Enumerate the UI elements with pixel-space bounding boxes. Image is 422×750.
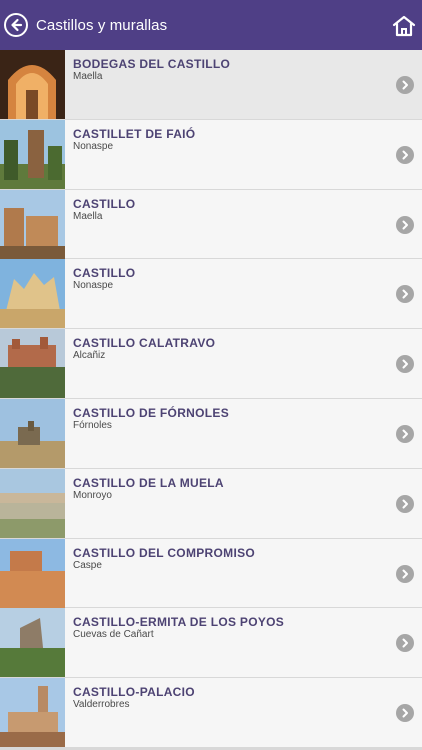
header-bar: Castillos y murallas <box>0 0 422 50</box>
thumbnail-image <box>0 259 65 329</box>
list-item[interactable]: CASTILLO DE LA MUELA Monroyo <box>0 468 422 539</box>
home-icon <box>392 15 416 37</box>
chevron-right-icon[interactable] <box>396 424 414 443</box>
page-title: Castillos y murallas <box>36 16 168 34</box>
thumbnail-image <box>0 398 65 468</box>
chevron-right-icon[interactable] <box>396 355 414 374</box>
thumbnail-image <box>0 329 65 399</box>
item-location: Caspe <box>73 559 102 571</box>
list-item[interactable]: CASTILLO DEL COMPROMISO Caspe <box>0 538 422 609</box>
list-item[interactable]: CASTILLO-ERMITA DE LOS POYOS Cuevas de C… <box>0 608 422 679</box>
thumbnail-image <box>0 678 65 748</box>
item-location: Alcañiz <box>73 350 106 362</box>
item-location: Fórnoles <box>73 419 112 431</box>
thumbnail-image <box>0 50 65 119</box>
back-button[interactable] <box>4 13 28 37</box>
item-title: CASTILLO DE FÓRNOLES <box>73 405 229 420</box>
castle-list: BODEGAS DEL CASTILLO Maella CASTILLET DE… <box>0 50 422 748</box>
list-item[interactable]: CASTILLO DE FÓRNOLES Fórnoles <box>0 398 422 469</box>
item-location: Valderrobres <box>73 699 130 711</box>
thumbnail-image <box>0 468 65 538</box>
item-location: Maella <box>73 71 103 82</box>
chevron-right-icon[interactable] <box>396 285 414 304</box>
chevron-right-icon[interactable] <box>396 704 414 723</box>
chevron-right-icon[interactable] <box>396 494 414 513</box>
item-title: CASTILLET DE FAIÓ <box>73 126 196 141</box>
item-location: Nonaspe <box>73 280 114 292</box>
item-title: CASTILLO-ERMITA DE LOS POYOS <box>73 615 285 630</box>
item-location: Cuevas de Cañart <box>73 629 154 641</box>
item-location: Maella <box>73 210 103 222</box>
list-item[interactable]: CASTILLET DE FAIÓ Nonaspe <box>0 119 422 190</box>
list-item[interactable]: CASTILLO Maella <box>0 189 422 260</box>
chevron-right-icon[interactable] <box>396 145 414 164</box>
thumbnail-image <box>0 608 65 678</box>
thumbnail-image <box>0 119 65 189</box>
chevron-right-icon[interactable] <box>396 215 414 234</box>
chevron-right-icon[interactable] <box>396 564 414 583</box>
item-title: CASTILLO-PALACIO <box>73 685 195 700</box>
item-title: CASTILLO <box>73 196 136 211</box>
item-title: BODEGAS DEL CASTILLO <box>73 57 231 71</box>
home-button[interactable] <box>392 15 416 37</box>
list-item[interactable]: CASTILLO Nonaspe <box>0 259 422 330</box>
list-item[interactable]: BODEGAS DEL CASTILLO Maella <box>0 50 422 120</box>
chevron-right-icon[interactable] <box>396 76 414 94</box>
list-item[interactable]: CASTILLO CALATRAVO Alcañiz <box>0 329 422 399</box>
item-title: CASTILLO DE LA MUELA <box>73 475 224 490</box>
thumbnail-image <box>0 538 65 608</box>
item-location: Nonaspe <box>73 140 114 152</box>
item-title: CASTILLO <box>73 266 136 281</box>
item-title: CASTILLO CALATRAVO <box>73 336 216 351</box>
chevron-right-icon[interactable] <box>396 634 414 653</box>
thumbnail-image <box>0 189 65 259</box>
item-title: CASTILLO DEL COMPROMISO <box>73 545 256 560</box>
list-item[interactable]: CASTILLO-PALACIO Valderrobres <box>0 678 422 748</box>
back-arrow-circle-icon <box>11 18 23 32</box>
item-location: Monroyo <box>73 489 112 501</box>
